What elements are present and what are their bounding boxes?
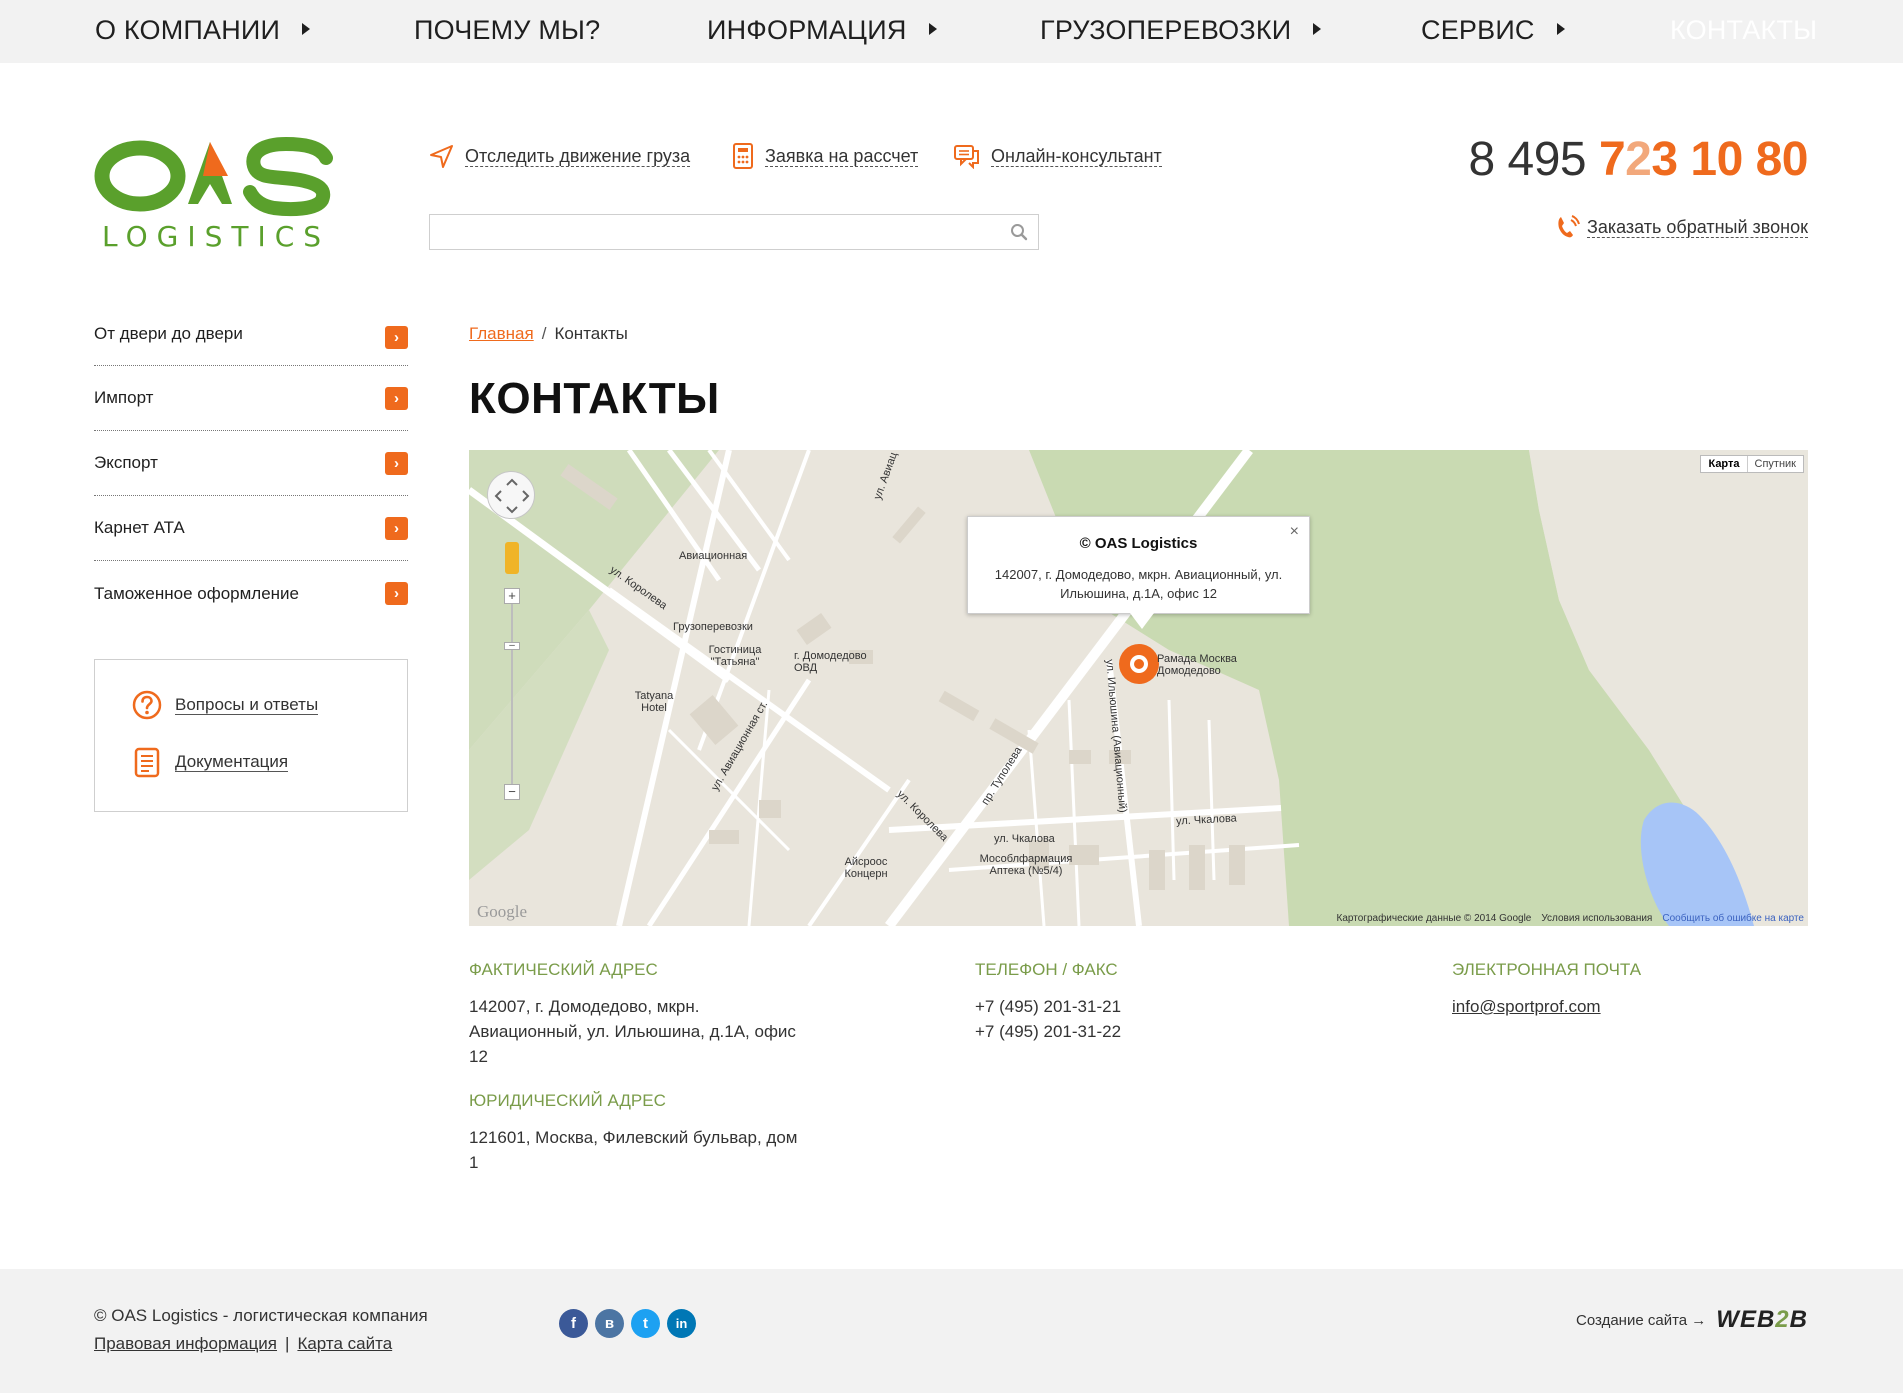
map-type-switch: Карта Спутник [1700, 455, 1804, 473]
chevron-right-icon: › [385, 326, 408, 349]
search-icon[interactable] [1010, 223, 1028, 241]
callback-request-link[interactable]: Заказать обратный звонок [1555, 214, 1808, 240]
map-label-street: ул. Чкалова [994, 833, 1055, 845]
google-map[interactable]: Авиационная ул. Королева Грузоперевозки … [469, 450, 1808, 926]
legal-address-text: 121601, Москва, Филевский бульвар, дом 1 [469, 1128, 798, 1172]
pan-arrows-icon [494, 478, 530, 514]
svg-text:LOGISTICS: LOGISTICS [102, 220, 330, 252]
search-input[interactable] [430, 215, 990, 247]
chevron-right-icon: › [385, 582, 408, 605]
contacts-email-column: Электронная почта info@sportprof.com [1452, 960, 1752, 1019]
nav-item-cargo[interactable]: Грузоперевозки [1040, 15, 1322, 46]
navigation-arrow-icon [430, 145, 453, 168]
sitemap-link[interactable]: Карта сайта [297, 1334, 392, 1353]
zoom-in-button[interactable]: + [504, 588, 520, 604]
document-icon [134, 747, 160, 778]
question-circle-icon [132, 690, 162, 720]
company-logo[interactable]: LOGISTICS [94, 136, 348, 253]
map-label-poi: г. Домодедово ОВД [794, 650, 867, 674]
info-window-address: 142007, г. Домодедово, мкрн. Авиационный… [994, 567, 1283, 601]
top-navigation: О компании Почему мы? Информация Грузопе… [0, 0, 1903, 63]
phone-fax-text: +7 (495) 201-31-21 +7 (495) 201-31-22 [975, 997, 1122, 1041]
twitter-icon[interactable]: t [631, 1309, 660, 1338]
social-links: f в t in [559, 1309, 696, 1338]
web2b-logo: WEB2B [1716, 1306, 1808, 1333]
map-terms-link[interactable]: Условия использования [1541, 913, 1652, 924]
search-box [429, 214, 1039, 250]
map-label-poi: Айсроос Концерн [844, 856, 888, 880]
map-report-error-link[interactable]: Сообщить об ошибке на карте [1662, 913, 1804, 924]
map-attribution: Картографические данные © 2014 Google Усл… [1336, 913, 1804, 924]
facebook-icon[interactable]: f [559, 1309, 588, 1338]
map-type-satellite-button[interactable]: Спутник [1748, 456, 1803, 472]
chat-bubbles-icon [954, 145, 979, 169]
sidebar-item-export[interactable]: Экспорт › [94, 431, 408, 496]
sidebar-menu: От двери до двери › Импорт › Экспорт › К… [94, 310, 408, 626]
info-window-pointer [1130, 613, 1154, 629]
phone-ringing-icon [1558, 215, 1580, 238]
map-info-window: © OAS Logistics 142007, г. Домодедово, м… [967, 516, 1310, 614]
map-pan-control[interactable] [487, 471, 535, 519]
nav-item-contacts[interactable]: Контакты [1670, 15, 1817, 46]
sidebar-item-door-to-door[interactable]: От двери до двери › [94, 310, 408, 366]
email-link[interactable]: info@sportprof.com [1452, 997, 1601, 1016]
map-label-poi: Мособлфармация Аптека (№5/4) [979, 853, 1073, 877]
map-label-poi: Грузоперевозки [673, 621, 753, 633]
triangle-right-icon [1556, 22, 1565, 35]
map-label-poi: Гостиница "Татьяна" [708, 644, 762, 668]
actual-address-text: 142007, г. Домодедово, мкрн. Авиационный… [469, 997, 796, 1066]
close-icon[interactable]: × [1290, 523, 1299, 541]
email-heading: Электронная почта [1452, 960, 1642, 979]
legal-info-link[interactable]: Правовая информация [94, 1334, 277, 1353]
zoom-slider-track[interactable] [511, 588, 513, 788]
site-credit[interactable]: Создание сайта → WEB2B [1576, 1306, 1808, 1334]
map-label-poi: Рамада Москва Домодедово [1157, 653, 1237, 677]
oas-logo-icon: LOGISTICS [94, 136, 333, 253]
sidebar-help-box: Вопросы и ответы Документация [94, 659, 408, 812]
triangle-right-icon [302, 22, 311, 35]
breadcrumb: Главная / Контакты [469, 324, 628, 343]
triangle-right-icon [928, 22, 937, 35]
info-window-title: © OAS Logistics [1079, 535, 1198, 552]
map-label-poi: Tatyana Hotel [634, 690, 674, 714]
sidebar-item-customs[interactable]: Таможенное оформление › [94, 561, 408, 626]
contacts-address-column: Фактический адрес 142007, г. Домодедово,… [469, 960, 869, 1175]
linkedin-icon[interactable]: in [667, 1309, 696, 1338]
contacts-phone-column: Телефон / факс +7 (495) 201-31-21 +7 (49… [975, 960, 1275, 1044]
chevron-right-icon: › [385, 386, 408, 410]
chevron-right-icon: › [385, 451, 408, 475]
zoom-out-button[interactable]: − [504, 784, 520, 800]
online-consultant-link[interactable]: Онлайн-консультант [953, 142, 1162, 170]
track-cargo-link[interactable]: Отследить движение груза [429, 142, 691, 170]
footer-links: Правовая информация | Карта сайта [94, 1334, 393, 1353]
street-view-pegman-icon[interactable] [505, 542, 519, 574]
calculator-icon [733, 143, 753, 169]
nav-item-service[interactable]: Сервис [1421, 15, 1565, 46]
map-type-map-button[interactable]: Карта [1701, 456, 1748, 472]
google-logo[interactable]: Google [477, 902, 527, 922]
legal-address-heading: Юридический адрес [469, 1091, 666, 1110]
faq-link[interactable]: Вопросы и ответы [131, 689, 319, 721]
sidebar-item-import[interactable]: Импорт › [94, 366, 408, 431]
actual-address-heading: Фактический адрес [469, 960, 658, 979]
breadcrumb-home-link[interactable]: Главная [469, 324, 534, 343]
nav-item-about[interactable]: О компании [95, 15, 311, 46]
chevron-right-icon: › [385, 516, 408, 540]
zoom-slider-handle[interactable]: – [504, 641, 520, 651]
footer-copyright: © OAS Logistics - логистическая компания [94, 1306, 428, 1325]
nav-item-information[interactable]: Информация [707, 15, 937, 46]
triangle-right-icon [1313, 22, 1322, 35]
page-title: КОНТАКТЫ [469, 374, 720, 423]
calculation-request-link[interactable]: Заявка на рассчет [731, 142, 919, 170]
phone-number: 8 495 723 10 80 [1468, 133, 1808, 186]
map-label-station: Авиационная [679, 550, 748, 562]
breadcrumb-current: Контакты [554, 324, 628, 343]
documents-link[interactable]: Документация [131, 746, 289, 778]
phone-fax-heading: Телефон / факс [975, 960, 1118, 979]
sidebar-item-carnet-ata[interactable]: Карнет АТА › [94, 496, 408, 561]
vkontakte-icon[interactable]: в [595, 1309, 624, 1338]
nav-item-why-us[interactable]: Почему мы? [414, 15, 600, 46]
